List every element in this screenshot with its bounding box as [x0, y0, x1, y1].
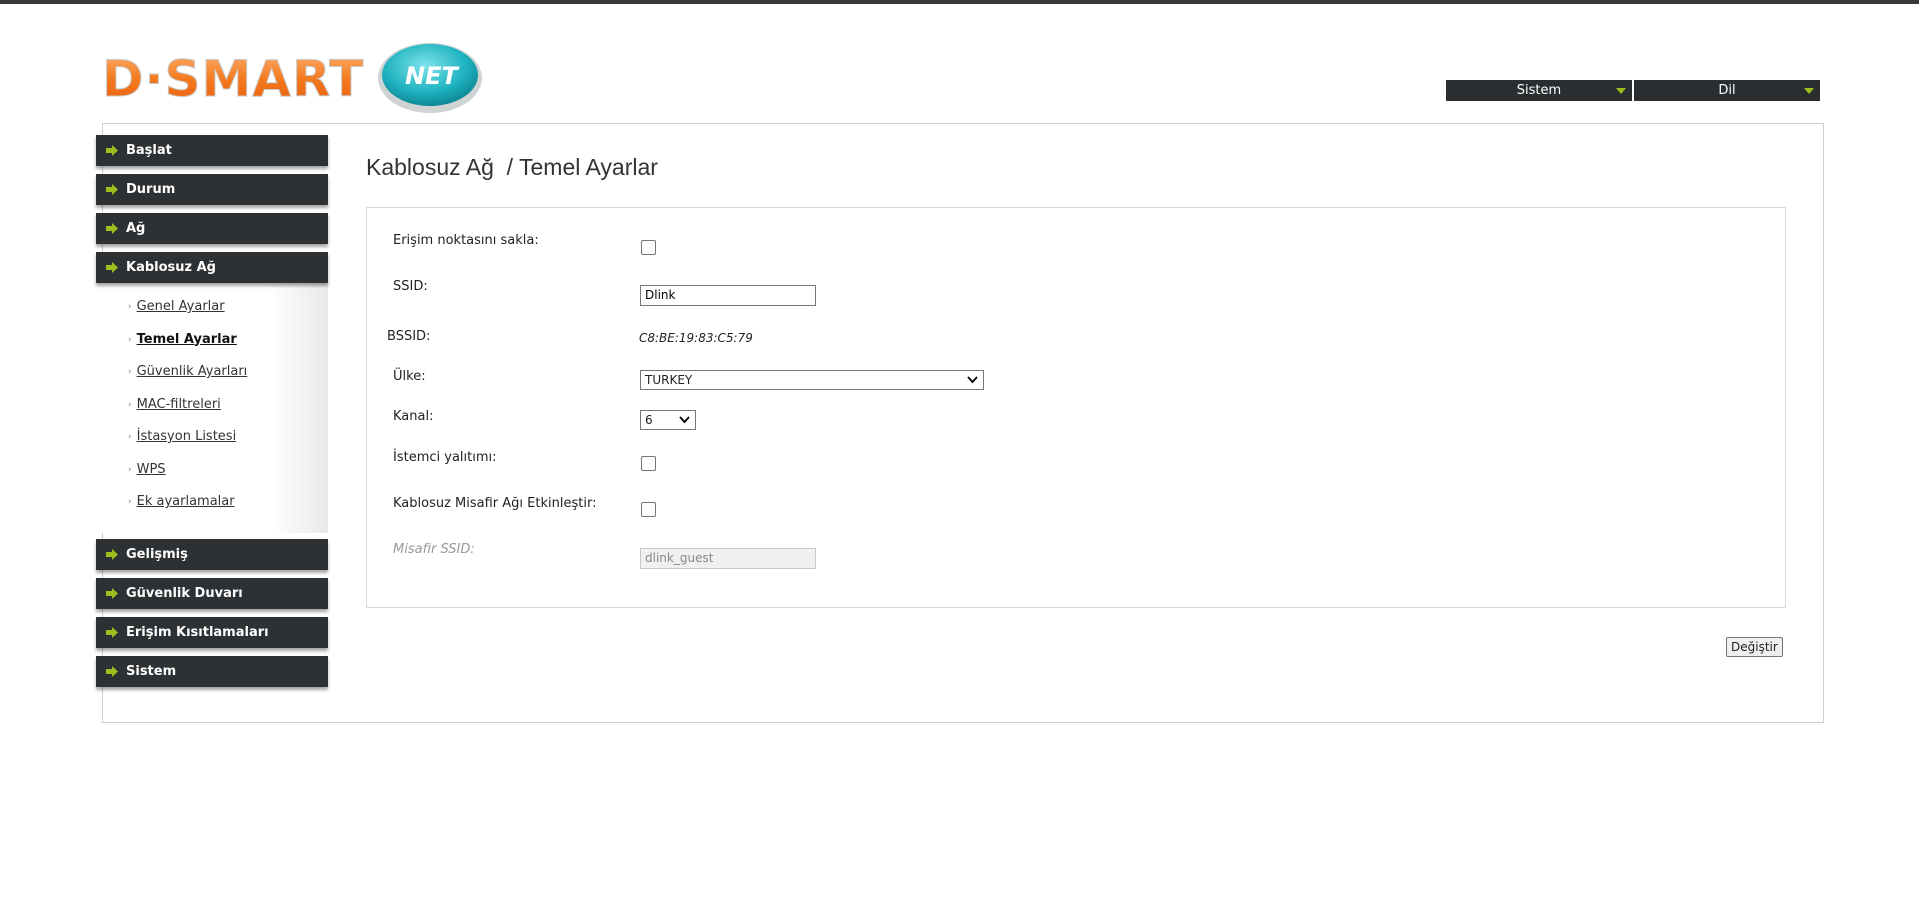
sidebar-item-label: Durum [126, 182, 176, 197]
guest-network-enable-label: Kablosuz Misafir Ağı Etkinleştir: [393, 496, 597, 511]
apply-button[interactable]: Değiştir [1726, 637, 1783, 657]
subnav-label: WPS [136, 461, 166, 477]
subnav-additional-settings[interactable]: › Ek ayarlamalar [128, 492, 328, 525]
country-select[interactable]: TURKEY [640, 370, 984, 390]
sidebar-item-label: Güvenlik Duvarı [126, 585, 243, 601]
subnav-mac-filters[interactable]: › MAC-filtreleri [128, 395, 328, 428]
subnav-general-settings[interactable]: › Genel Ayarlar [128, 297, 328, 330]
guest-network-enable-checkbox[interactable] [641, 502, 656, 517]
bullet-icon: › [128, 464, 132, 475]
country-label: Ülke: [393, 369, 426, 384]
bullet-icon: › [128, 432, 132, 442]
bssid-label: BSSID: [387, 329, 431, 344]
language-menu-label: Dil [1718, 83, 1736, 98]
client-isolation-checkbox[interactable] [641, 456, 656, 471]
channel-select-value: 6 [645, 413, 653, 427]
bullet-icon: › [128, 399, 132, 410]
page-title: Kablosuz Ağ / Temel Ayarlar [366, 154, 658, 180]
subnav-label: Genel Ayarlar [136, 299, 225, 314]
svg-text:NET: NET [405, 62, 459, 90]
subnav-label: Ek ayarlamalar [136, 494, 235, 509]
chevron-down-icon [967, 376, 978, 384]
system-menu-dropdown[interactable]: Sistem [1446, 80, 1632, 101]
sidebar-item-label: Ağ [126, 221, 146, 236]
arrow-right-icon [106, 223, 118, 234]
sidebar-item-label: Kablosuz Ağ [126, 260, 216, 275]
chevron-down-icon [679, 416, 690, 424]
guest-ssid-label: Misafir SSID: [393, 542, 475, 557]
ssid-input[interactable]: Dlink [640, 285, 816, 306]
channel-label: Kanal: [393, 409, 434, 424]
subnav-station-list[interactable]: › İstasyon Listesi [128, 427, 328, 460]
sidebar-item-start[interactable]: Başlat [96, 135, 328, 166]
sidebar: Başlat Durum Ağ Kablosuz Ağ › Genel Ayarl… [96, 135, 328, 695]
hide-ap-checkbox[interactable] [641, 240, 656, 255]
wireless-submenu: › Genel Ayarlar › Temel Ayarlar › Güvenlik … [96, 283, 328, 533]
bullet-icon: › [128, 367, 132, 377]
client-isolation-label: İstemci yalıtımı: [393, 450, 497, 465]
sidebar-item-label: Erişim Kısıtlamaları [126, 624, 269, 640]
arrow-right-icon [106, 548, 118, 560]
subnav-security-settings[interactable]: › Güvenlik Ayarları [128, 362, 328, 395]
top-border [0, 0, 1919, 4]
subnav-wps[interactable]: › WPS [128, 460, 328, 493]
subnav-label: MAC-filtreleri [136, 396, 221, 412]
arrow-right-icon [106, 184, 118, 195]
language-menu-dropdown[interactable]: Dil [1634, 80, 1820, 101]
bullet-icon: › [128, 497, 132, 507]
bullet-icon: › [128, 334, 132, 345]
sidebar-item-network[interactable]: Ağ [96, 213, 328, 244]
sidebar-item-label: Gelişmiş [126, 546, 188, 562]
guest-ssid-input[interactable]: dlink_guest [640, 548, 816, 569]
hide-ap-label: Erişim noktasını sakla: [393, 233, 539, 248]
bssid-value: C8:BE:19:83:C5:79 [639, 331, 753, 345]
arrow-right-icon [106, 587, 118, 599]
subnav-basic-settings[interactable]: › Temel Ayarlar [128, 330, 328, 363]
sidebar-item-label: Başlat [126, 143, 172, 158]
sidebar-item-label: Sistem [126, 663, 177, 679]
country-select-value: TURKEY [645, 373, 693, 387]
dsmart-net-logo: D·SMART NET [100, 38, 490, 118]
subnav-label: Güvenlik Ayarları [136, 364, 248, 379]
sidebar-item-access-restrictions[interactable]: Erişim Kısıtlamaları [96, 616, 328, 648]
arrow-right-icon [106, 665, 118, 677]
dropdown-arrow-icon [1616, 88, 1626, 94]
sidebar-item-wireless[interactable]: Kablosuz Ağ [96, 252, 328, 283]
arrow-right-icon [106, 145, 118, 156]
dropdown-arrow-icon [1804, 88, 1814, 94]
svg-text:D·SMART: D·SMART [102, 50, 364, 108]
sidebar-item-advanced[interactable]: Gelişmiş [96, 538, 328, 570]
system-menu-label: Sistem [1516, 83, 1562, 98]
sidebar-item-system[interactable]: Sistem [96, 655, 328, 687]
subnav-label: Temel Ayarlar [136, 331, 237, 347]
sidebar-item-status[interactable]: Durum [96, 174, 328, 205]
channel-select[interactable]: 6 [640, 410, 696, 430]
subnav-label: İstasyon Listesi [136, 429, 237, 444]
sidebar-item-firewall[interactable]: Güvenlik Duvarı [96, 577, 328, 609]
bullet-icon: › [128, 302, 132, 312]
ssid-label: SSID: [393, 279, 428, 294]
arrow-right-icon [106, 626, 118, 638]
settings-form-panel [366, 207, 1786, 608]
arrow-right-icon [106, 262, 118, 273]
